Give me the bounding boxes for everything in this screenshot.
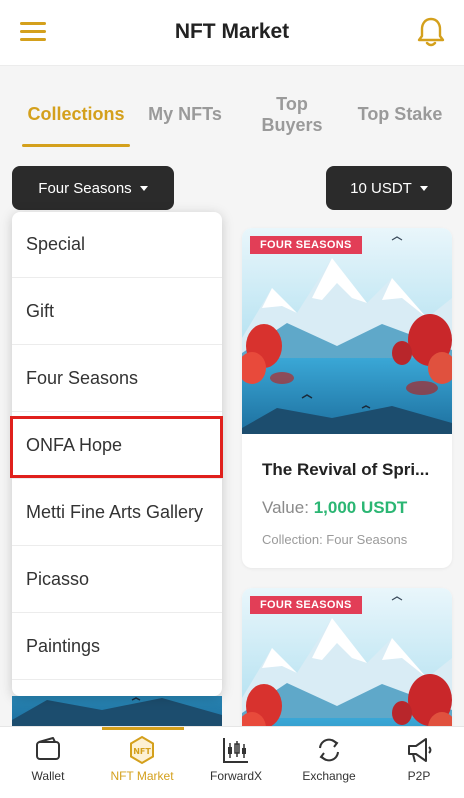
tab-my-nfts[interactable]: My NFTs: [142, 104, 228, 125]
page-title: NFT Market: [174, 20, 290, 43]
bottom-navigation: Wallet NFT NFT Market ForwardX Exchange: [0, 726, 464, 798]
dropdown-item-metti-fine-arts-gallery[interactable]: Metti Fine Arts Gallery: [12, 480, 222, 546]
nav-nft-market[interactable]: NFT NFT Market: [96, 727, 188, 798]
nav-label: ForwardX: [209, 769, 262, 783]
nft-card[interactable]: FOUR SEASONS The Revival of Spri... Valu…: [242, 228, 452, 568]
caret-down-icon: [139, 185, 148, 191]
tab-active-indicator: [22, 144, 130, 147]
nav-p2p[interactable]: P2P: [374, 727, 464, 798]
nft-icon: NFT: [130, 735, 154, 765]
nft-card[interactable]: FOUR SEASONS: [242, 588, 452, 728]
dropdown-item-gift[interactable]: Gift: [12, 279, 222, 345]
price-filter-button[interactable]: 10 USDT: [326, 166, 452, 210]
nft-value-amount: 1,000 USDT: [313, 498, 408, 517]
nft-collection: Collection: Four Seasons: [262, 532, 408, 547]
nav-label: Wallet: [31, 769, 65, 783]
collection-filter-button[interactable]: Four Seasons: [12, 166, 174, 210]
nft-name: The Revival of Spri...: [262, 460, 430, 479]
collection-badge: FOUR SEASONS: [250, 236, 362, 254]
tab-top-buyers-line1: Top: [276, 94, 308, 114]
dropdown-item-paintings[interactable]: Paintings: [12, 614, 222, 680]
nav-exchange[interactable]: Exchange: [284, 727, 374, 798]
tab-top-buyers[interactable]: Top Buyers: [250, 94, 334, 136]
bell-icon[interactable]: [416, 16, 446, 48]
dropdown-item-four-seasons[interactable]: Four Seasons: [12, 346, 222, 412]
nav-forwardx[interactable]: ForwardX: [188, 727, 284, 798]
megaphone-icon: [408, 738, 432, 763]
collection-filter-label: Four Seasons: [38, 179, 132, 197]
dropdown-item-picasso[interactable]: Picasso: [12, 547, 222, 613]
collection-badge: FOUR SEASONS: [250, 596, 362, 614]
svg-text:NFT: NFT: [133, 747, 151, 756]
nft-artwork: FOUR SEASONS: [242, 228, 452, 434]
dropdown-item-onfa-hope[interactable]: ONFA Hope: [12, 413, 222, 479]
nft-artwork: FOUR SEASONS: [242, 588, 452, 728]
caret-down-icon: [419, 185, 428, 191]
app-header: NFT Market: [0, 0, 464, 66]
nav-wallet[interactable]: Wallet: [0, 727, 96, 798]
nav-label: Exchange: [302, 769, 356, 783]
wallet-icon: [36, 737, 60, 760]
dropdown-item-special[interactable]: Special: [12, 212, 222, 278]
nav-label: NFT Market: [110, 769, 174, 783]
nft-card-partial[interactable]: [12, 696, 222, 726]
nav-label: P2P: [407, 769, 431, 783]
nft-value-label: Value:: [262, 498, 309, 517]
price-filter-label: 10 USDT: [350, 179, 412, 197]
tab-collections[interactable]: Collections: [22, 104, 130, 125]
collection-dropdown-menu: Special Gift Four Seasons ONFA Hope Mett…: [12, 212, 222, 696]
tab-top-stake[interactable]: Top Stake: [350, 104, 450, 125]
category-tabs: Collections My NFTs Top Buyers Top Stake: [0, 66, 464, 162]
nft-value: Value: 1,000 USDT: [262, 498, 407, 518]
chart-candles-icon: [223, 738, 248, 763]
exchange-icon: [319, 738, 339, 762]
tab-top-buyers-line2: Buyers: [261, 115, 323, 135]
